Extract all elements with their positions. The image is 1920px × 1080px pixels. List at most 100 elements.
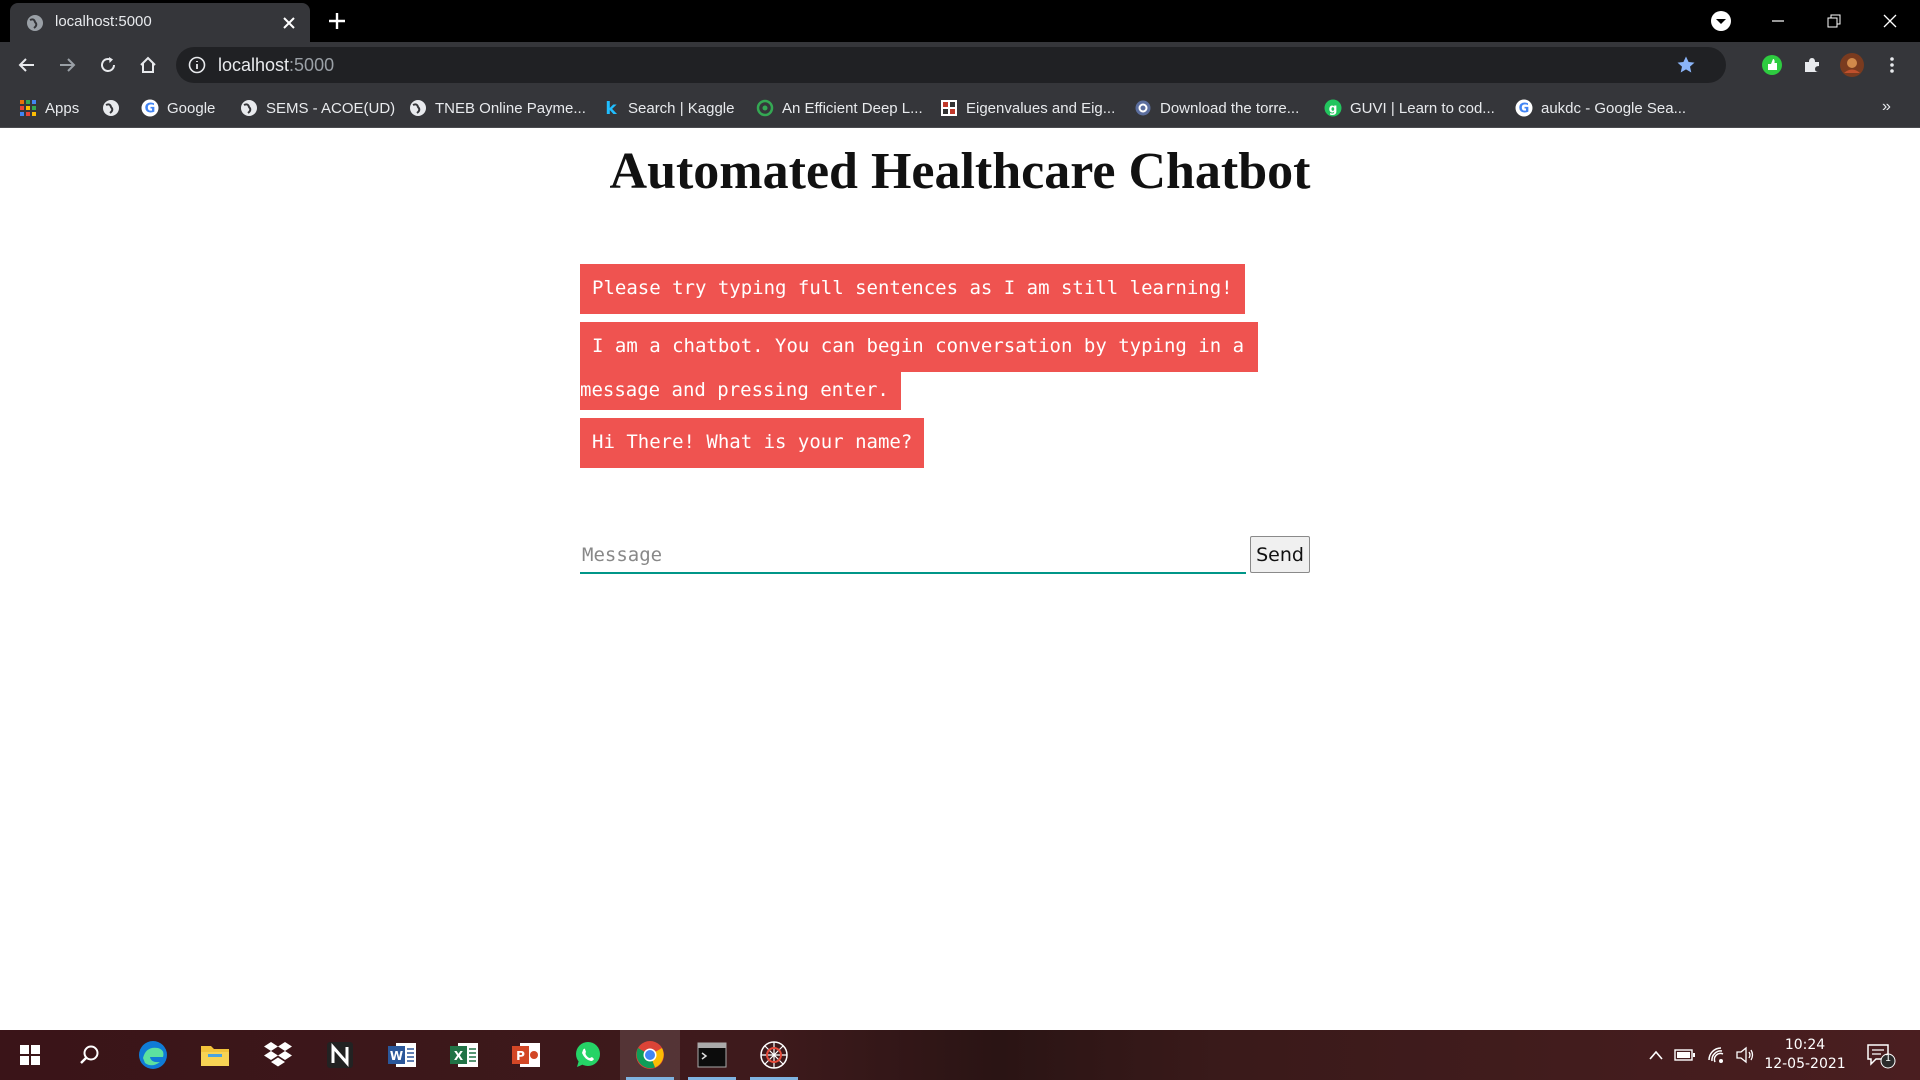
bot-message-continued: message and pressing enter.: [580, 372, 901, 410]
more-vertical-icon: [1890, 57, 1894, 73]
taskbar-search-button[interactable]: [60, 1030, 120, 1080]
bookmark-label: SEMS - ACOE(UD): [266, 99, 396, 117]
taskbar-terminal[interactable]: [682, 1030, 742, 1080]
back-button[interactable]: [15, 53, 39, 77]
bookmark-label: Search | Kaggle: [628, 99, 735, 117]
home-icon: [140, 56, 156, 73]
bookmark-label: Download the torre...: [1160, 99, 1300, 117]
bot-message: I am a chatbot. You can begin conversati…: [580, 322, 1258, 372]
close-tab-icon[interactable]: [280, 14, 298, 32]
taskbar-powerpoint[interactable]: P: [496, 1030, 556, 1080]
clock-time: 10:24: [1784, 1037, 1826, 1053]
taskbar-excel[interactable]: X: [434, 1030, 494, 1080]
bookmark-label: Eigenvalues and Eig...: [966, 99, 1116, 117]
wifi-button[interactable]: [1706, 1045, 1728, 1065]
bookmark-kaggle[interactable]: k Search | Kaggle: [602, 88, 734, 128]
battery-button[interactable]: [1674, 1045, 1696, 1065]
windows-taskbar: W X P 10:24 12-05-2021 1: [0, 1030, 1920, 1080]
svg-text:G: G: [145, 102, 156, 117]
address-bar[interactable]: localhost:5000: [176, 47, 1726, 83]
bookmark-google[interactable]: G Google: [141, 88, 215, 128]
powerpoint-icon: P: [512, 1043, 540, 1067]
taskbar-file-explorer[interactable]: [185, 1030, 245, 1080]
wifi-icon: [1708, 1047, 1724, 1063]
bookmark-guvi[interactable]: g GUVI | Learn to cod...: [1324, 88, 1495, 128]
forward-button[interactable]: [55, 53, 79, 77]
volume-button[interactable]: [1734, 1045, 1756, 1065]
taskbar-spider-app[interactable]: [744, 1030, 804, 1080]
taskbar-chrome[interactable]: [620, 1030, 680, 1080]
bookmark-label: TNEB Online Payme...: [435, 99, 586, 117]
reload-button[interactable]: [96, 53, 120, 77]
taskbar-word[interactable]: W: [372, 1030, 432, 1080]
bookmark-label: aukdc - Google Sea...: [1541, 99, 1687, 117]
bookmark-torrent[interactable]: Download the torre...: [1134, 88, 1299, 128]
bookmark-star-icon[interactable]: [1676, 55, 1696, 75]
google-icon: G: [1515, 99, 1533, 117]
start-button[interactable]: [0, 1030, 60, 1080]
globe-icon: [240, 99, 258, 117]
extension-thumb-icon: [1762, 55, 1782, 75]
page-title: Automated Healthcare Chatbot: [609, 143, 1311, 200]
excel-icon: X: [450, 1043, 478, 1067]
notifications-button[interactable]: 1: [1866, 1043, 1896, 1069]
reload-icon: [101, 57, 115, 72]
profile-avatar[interactable]: [1840, 53, 1864, 77]
restore-button[interactable]: [1806, 0, 1862, 42]
apps-grid-icon: [19, 99, 37, 117]
bookmark-label: Google: [167, 99, 216, 117]
bookmark-sems[interactable]: SEMS - ACOE(UD): [240, 88, 395, 128]
volume-icon: [1736, 1046, 1754, 1064]
windows-start-icon: [20, 1045, 40, 1065]
close-window-button[interactable]: [1862, 0, 1918, 42]
svg-text:X: X: [454, 1049, 464, 1063]
bot-message: Hi There! What is your name?: [580, 418, 925, 468]
show-hidden-icons-button[interactable]: [1645, 1045, 1667, 1065]
taskbar-whatsapp[interactable]: [558, 1030, 618, 1080]
battery-icon: [1674, 1049, 1695, 1061]
globe-icon: [27, 15, 43, 31]
browser-tab[interactable]: localhost:5000: [10, 3, 310, 42]
info-icon[interactable]: [188, 56, 206, 74]
taskbar-notion[interactable]: [310, 1030, 370, 1080]
globe-icon: [409, 99, 427, 117]
bookmark-aukdc[interactable]: G aukdc - Google Sea...: [1515, 88, 1686, 128]
extensions-button[interactable]: [1800, 53, 1824, 77]
globe-icon: [102, 99, 120, 117]
chrome-menu-button[interactable]: [1880, 53, 1904, 77]
bookmark-label: Apps: [45, 99, 80, 117]
more-bookmarks-button[interactable]: »: [1882, 98, 1891, 116]
bookmark-eigenvalues[interactable]: Eigenvalues and Eig...: [940, 88, 1115, 128]
bookmark-globe[interactable]: [102, 88, 120, 128]
extension-green-button[interactable]: [1760, 53, 1784, 77]
edge-icon: [139, 1041, 167, 1069]
send-button[interactable]: Send: [1250, 536, 1310, 573]
spider-app-icon: [760, 1041, 788, 1069]
taskbar-clock[interactable]: 10:24 12-05-2021: [1760, 1036, 1850, 1074]
svg-text:W: W: [390, 1049, 403, 1063]
notion-icon: [327, 1042, 353, 1068]
notification-count: 1: [1884, 1053, 1892, 1064]
home-button[interactable]: [136, 53, 160, 77]
puzzle-icon: [1805, 58, 1819, 72]
svg-text:g: g: [1329, 102, 1338, 116]
gear-icon: [1134, 99, 1152, 117]
taskbar-edge[interactable]: [123, 1030, 183, 1080]
bookmark-apps[interactable]: Apps: [19, 88, 79, 128]
browser-toolbar: localhost:5000: [0, 42, 1920, 88]
bookmark-label: GUVI | Learn to cod...: [1350, 99, 1495, 117]
new-tab-icon[interactable]: [326, 10, 348, 32]
chrome-icon: [636, 1041, 664, 1069]
url-text[interactable]: localhost:5000: [218, 55, 334, 75]
minimize-button[interactable]: [1750, 0, 1806, 42]
bookmark-label: An Efficient Deep L...: [782, 99, 923, 117]
clock-date: 12-05-2021: [1764, 1056, 1846, 1072]
minimize-icon: [1772, 20, 1784, 22]
bookmark-tneb[interactable]: TNEB Online Payme...: [409, 88, 586, 128]
message-input[interactable]: [580, 538, 1246, 574]
bookmark-efficient-deep[interactable]: An Efficient Deep L...: [756, 88, 923, 128]
tab-search-icon[interactable]: [1710, 10, 1732, 32]
google-icon: G: [141, 99, 159, 117]
taskbar-dropbox[interactable]: [248, 1030, 308, 1080]
bot-message: Please try typing full sentences as I am…: [580, 264, 1245, 314]
